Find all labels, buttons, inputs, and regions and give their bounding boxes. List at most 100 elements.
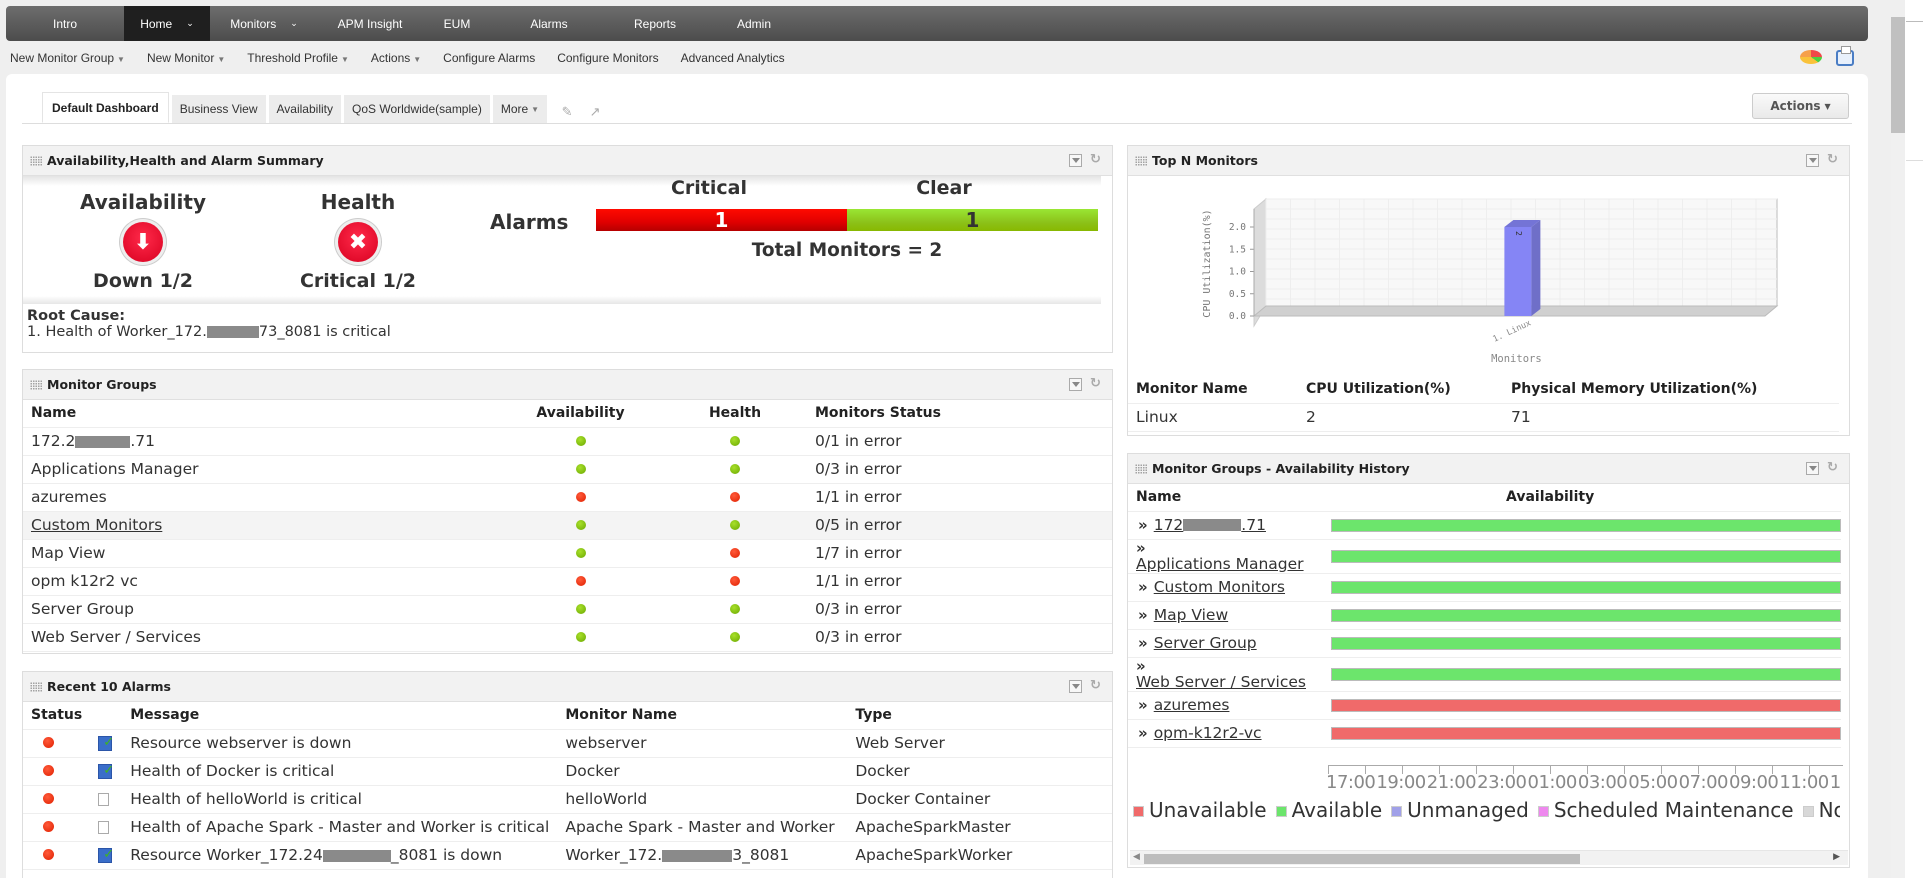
down-arrow-icon[interactable]: ⬇ [123, 222, 163, 262]
panel-header[interactable]: Recent 10 Alarms ↻ [23, 672, 1112, 702]
legend-label[interactable]: Unmanaged [1407, 798, 1529, 822]
table-row[interactable]: Health of Docker is criticalDockerDocker [23, 757, 1112, 786]
available-bar[interactable] [1331, 667, 1841, 681]
availability-value[interactable]: Down 1/2 [63, 270, 223, 292]
clear-health-icon[interactable] [730, 436, 740, 446]
available-status-icon[interactable] [575, 548, 586, 558]
tab-default-dashboard[interactable]: Default Dashboard [42, 92, 169, 123]
table-row[interactable]: » Map View [1128, 601, 1841, 630]
health-value[interactable]: Critical 1/2 [278, 270, 438, 292]
monitors-status[interactable]: 1/7 in error [807, 539, 1112, 568]
unavailable-bar[interactable] [1331, 726, 1841, 740]
threshold-profile-menu[interactable]: Threshold Profile ▼ [247, 51, 349, 65]
available-status-icon[interactable] [575, 436, 586, 446]
available-bar[interactable] [1331, 608, 1841, 622]
monitors-status[interactable]: 0/5 in error [807, 511, 1112, 540]
configure-alarms-link[interactable]: Configure Alarms [443, 51, 535, 65]
vertical-scrollbar[interactable] [1891, 17, 1905, 878]
available-status-icon[interactable] [575, 520, 586, 530]
name-text[interactable]: Custom Monitors [31, 516, 162, 534]
drag-handle-icon[interactable] [30, 155, 42, 166]
available-status-icon[interactable] [575, 632, 586, 642]
panel-header[interactable]: Monitor Groups - Availability History ↻ [1128, 454, 1849, 484]
table-row[interactable]: Web Server / Services 0/3 in error [23, 623, 1112, 652]
drag-handle-icon[interactable] [1135, 155, 1147, 166]
tab-qos-worldwide[interactable]: QoS Worldwide(sample) [344, 95, 490, 123]
table-row[interactable]: Health of Apache Spark - Master and Work… [23, 813, 1112, 842]
panel-header[interactable]: Monitor Groups ↻ [23, 370, 1112, 400]
available-bar[interactable] [1331, 518, 1841, 532]
legend-label[interactable]: Unavailable [1149, 798, 1267, 822]
bar[interactable] [1504, 227, 1532, 316]
expand-icon[interactable]: » [1138, 606, 1148, 624]
group-link[interactable]: azuremes [1154, 696, 1230, 714]
configure-monitors-link[interactable]: Configure Monitors [557, 51, 658, 65]
available-bar[interactable] [1331, 549, 1841, 563]
collapse-icon[interactable] [1069, 680, 1082, 693]
notes-icon[interactable] [98, 821, 110, 834]
critical-alarm-bar[interactable]: 1 [596, 209, 847, 231]
clear-health-icon[interactable] [730, 520, 740, 530]
group-link[interactable]: Web Server / Services [1136, 673, 1306, 691]
legend-label[interactable]: No [1819, 798, 1840, 822]
nav-eum[interactable]: EUM [422, 6, 492, 41]
expand-icon[interactable]: » [1138, 696, 1148, 714]
nav-intro[interactable]: Intro [6, 6, 124, 41]
group-link[interactable]: 172.71 [1154, 516, 1266, 534]
drag-handle-icon[interactable] [1135, 463, 1147, 474]
group-name[interactable]: Custom Monitors [23, 511, 498, 540]
alarm-message[interactable]: Health of Docker is critical [122, 757, 558, 786]
critical-health-icon[interactable] [730, 576, 740, 586]
clear-health-icon[interactable] [730, 464, 740, 474]
table-row[interactable]: » Server Group [1128, 629, 1841, 658]
legend-label[interactable]: Scheduled Maintenance [1554, 798, 1794, 822]
table-row[interactable]: Health of helloWorld is critical helloWor… [23, 785, 1112, 814]
refresh-icon[interactable]: ↻ [1089, 153, 1102, 167]
group-name[interactable]: 172.2 .71 [23, 427, 498, 456]
collapse-icon[interactable] [1806, 154, 1819, 167]
down-status-icon[interactable] [575, 492, 586, 502]
table-row[interactable]: azuremes 1/1 in error [23, 483, 1112, 512]
expand-icon[interactable]: » [1138, 578, 1148, 596]
table-row[interactable]: » opm-k12r2-vc [1128, 719, 1841, 748]
table-row[interactable]: 172.2 .71 0/1 in error [23, 427, 1112, 456]
external-link-icon[interactable]: ↗ [584, 101, 606, 123]
table-row[interactable]: opm k12r2 vc 1/1 in error [23, 567, 1112, 596]
edit-icon[interactable]: ✎ [556, 101, 578, 123]
alarm-message[interactable]: Health of helloWorld is critical [122, 785, 558, 814]
scroll-left-icon[interactable]: ◀ [1133, 852, 1140, 862]
panel-header[interactable]: Top N Monitors ↻ [1128, 146, 1849, 176]
unavailable-bar[interactable] [1331, 698, 1841, 712]
critical-status-icon[interactable] [43, 793, 54, 804]
refresh-icon[interactable]: ↻ [1826, 461, 1839, 475]
alarm-monitor-name[interactable]: Apache Spark - Master and Worker [557, 813, 848, 842]
critical-health-icon[interactable] [730, 492, 740, 502]
available-bar[interactable] [1331, 636, 1841, 650]
nav-admin[interactable]: Admin [704, 6, 804, 41]
group-link[interactable]: Server Group [1154, 634, 1257, 652]
table-row[interactable]: Linux 2 71 [1128, 403, 1839, 432]
drag-handle-icon[interactable] [30, 681, 42, 692]
expand-icon[interactable]: » [1138, 516, 1148, 534]
new-monitor-menu[interactable]: New Monitor ▼ [147, 51, 225, 65]
table-row[interactable]: Map View 1/7 in error [23, 539, 1112, 568]
tab-availability[interactable]: Availability [268, 95, 341, 123]
chevron-down-icon[interactable]: ⌄ [186, 18, 194, 29]
alarm-monitor-name[interactable]: webserver [557, 729, 848, 758]
available-bar[interactable] [1331, 580, 1841, 594]
expand-icon[interactable]: » [1138, 634, 1148, 652]
table-row[interactable]: Resource webserver is downwebserverWeb S… [23, 729, 1112, 758]
scrollbar-thumb[interactable] [1144, 854, 1580, 864]
monitors-status[interactable]: 0/3 in error [807, 595, 1112, 624]
table-row[interactable]: Resource Worker_172.24 _8081 is down Worke… [23, 841, 1112, 870]
print-icon[interactable] [1836, 46, 1854, 66]
critical-status-icon[interactable] [43, 849, 54, 860]
notes-icon[interactable] [98, 793, 110, 806]
table-row[interactable]: » Applications Manager [1128, 539, 1841, 574]
drag-handle-icon[interactable] [30, 379, 42, 390]
table-row[interactable]: » Web Server / Services [1128, 657, 1841, 692]
acknowledged-icon[interactable] [98, 763, 114, 779]
advanced-analytics-link[interactable]: Advanced Analytics [681, 51, 785, 65]
table-row[interactable]: Applications Manager 0/3 in error [23, 455, 1112, 484]
alarm-monitor-name[interactable]: Worker_172. 3_8081 [557, 841, 848, 870]
